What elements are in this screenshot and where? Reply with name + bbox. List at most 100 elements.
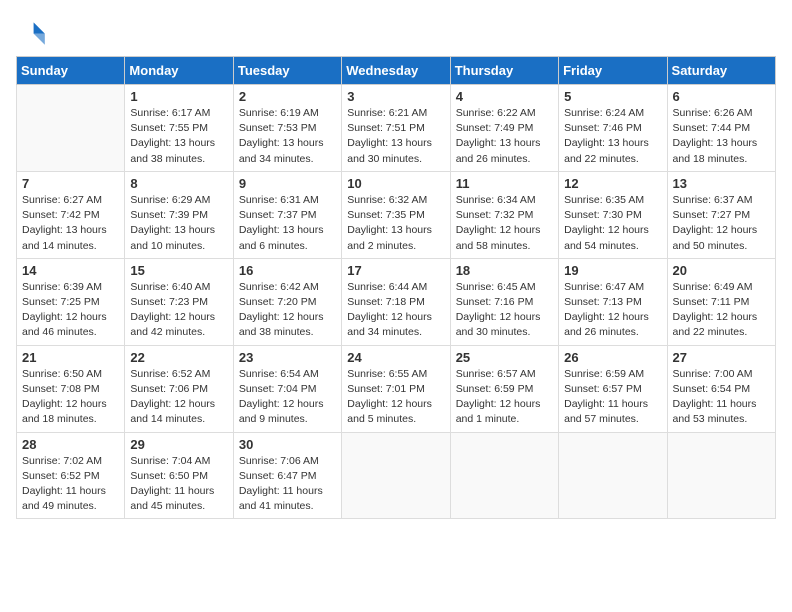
daylight-text: Daylight: 11 hours and 49 minutes. bbox=[22, 484, 119, 514]
sunset-text: Sunset: 7:08 PM bbox=[22, 382, 119, 397]
page-header bbox=[16, 16, 776, 48]
day-info: Sunrise: 6:34 AM Sunset: 7:32 PM Dayligh… bbox=[456, 193, 553, 254]
day-info: Sunrise: 6:27 AM Sunset: 7:42 PM Dayligh… bbox=[22, 193, 119, 254]
daylight-text: Daylight: 13 hours and 2 minutes. bbox=[347, 223, 444, 253]
day-number: 11 bbox=[456, 176, 553, 191]
sunset-text: Sunset: 7:04 PM bbox=[239, 382, 336, 397]
calendar-week-row: 28 Sunrise: 7:02 AM Sunset: 6:52 PM Dayl… bbox=[17, 432, 776, 519]
calendar-cell: 26 Sunrise: 6:59 AM Sunset: 6:57 PM Dayl… bbox=[559, 345, 667, 432]
day-number: 8 bbox=[130, 176, 227, 191]
daylight-text: Daylight: 12 hours and 42 minutes. bbox=[130, 310, 227, 340]
calendar-header-row: SundayMondayTuesdayWednesdayThursdayFrid… bbox=[17, 57, 776, 85]
sunset-text: Sunset: 7:46 PM bbox=[564, 121, 661, 136]
sunset-text: Sunset: 7:35 PM bbox=[347, 208, 444, 223]
sunrise-text: Sunrise: 6:27 AM bbox=[22, 193, 119, 208]
daylight-text: Daylight: 13 hours and 26 minutes. bbox=[456, 136, 553, 166]
daylight-text: Daylight: 12 hours and 14 minutes. bbox=[130, 397, 227, 427]
calendar-cell: 7 Sunrise: 6:27 AM Sunset: 7:42 PM Dayli… bbox=[17, 171, 125, 258]
calendar-cell: 19 Sunrise: 6:47 AM Sunset: 7:13 PM Dayl… bbox=[559, 258, 667, 345]
daylight-text: Daylight: 11 hours and 57 minutes. bbox=[564, 397, 661, 427]
day-number: 27 bbox=[673, 350, 770, 365]
day-info: Sunrise: 6:35 AM Sunset: 7:30 PM Dayligh… bbox=[564, 193, 661, 254]
sunrise-text: Sunrise: 6:24 AM bbox=[564, 106, 661, 121]
day-number: 26 bbox=[564, 350, 661, 365]
calendar-cell bbox=[667, 432, 775, 519]
day-number: 19 bbox=[564, 263, 661, 278]
calendar-cell: 5 Sunrise: 6:24 AM Sunset: 7:46 PM Dayli… bbox=[559, 85, 667, 172]
sunrise-text: Sunrise: 7:04 AM bbox=[130, 454, 227, 469]
calendar-week-row: 21 Sunrise: 6:50 AM Sunset: 7:08 PM Dayl… bbox=[17, 345, 776, 432]
day-number: 25 bbox=[456, 350, 553, 365]
column-header-friday: Friday bbox=[559, 57, 667, 85]
day-info: Sunrise: 6:39 AM Sunset: 7:25 PM Dayligh… bbox=[22, 280, 119, 341]
calendar-week-row: 1 Sunrise: 6:17 AM Sunset: 7:55 PM Dayli… bbox=[17, 85, 776, 172]
calendar-cell: 24 Sunrise: 6:55 AM Sunset: 7:01 PM Dayl… bbox=[342, 345, 450, 432]
column-header-saturday: Saturday bbox=[667, 57, 775, 85]
daylight-text: Daylight: 12 hours and 5 minutes. bbox=[347, 397, 444, 427]
day-info: Sunrise: 6:52 AM Sunset: 7:06 PM Dayligh… bbox=[130, 367, 227, 428]
day-info: Sunrise: 6:22 AM Sunset: 7:49 PM Dayligh… bbox=[456, 106, 553, 167]
day-number: 24 bbox=[347, 350, 444, 365]
daylight-text: Daylight: 12 hours and 46 minutes. bbox=[22, 310, 119, 340]
calendar-cell bbox=[559, 432, 667, 519]
sunrise-text: Sunrise: 6:55 AM bbox=[347, 367, 444, 382]
day-info: Sunrise: 6:19 AM Sunset: 7:53 PM Dayligh… bbox=[239, 106, 336, 167]
daylight-text: Daylight: 11 hours and 41 minutes. bbox=[239, 484, 336, 514]
day-number: 30 bbox=[239, 437, 336, 452]
sunrise-text: Sunrise: 6:49 AM bbox=[673, 280, 770, 295]
sunset-text: Sunset: 7:25 PM bbox=[22, 295, 119, 310]
day-info: Sunrise: 6:26 AM Sunset: 7:44 PM Dayligh… bbox=[673, 106, 770, 167]
sunset-text: Sunset: 7:44 PM bbox=[673, 121, 770, 136]
sunrise-text: Sunrise: 6:44 AM bbox=[347, 280, 444, 295]
day-number: 29 bbox=[130, 437, 227, 452]
day-info: Sunrise: 6:31 AM Sunset: 7:37 PM Dayligh… bbox=[239, 193, 336, 254]
sunrise-text: Sunrise: 6:26 AM bbox=[673, 106, 770, 121]
sunset-text: Sunset: 7:32 PM bbox=[456, 208, 553, 223]
day-number: 9 bbox=[239, 176, 336, 191]
sunset-text: Sunset: 7:55 PM bbox=[130, 121, 227, 136]
sunset-text: Sunset: 6:59 PM bbox=[456, 382, 553, 397]
daylight-text: Daylight: 12 hours and 38 minutes. bbox=[239, 310, 336, 340]
calendar-cell bbox=[450, 432, 558, 519]
day-info: Sunrise: 6:55 AM Sunset: 7:01 PM Dayligh… bbox=[347, 367, 444, 428]
calendar-cell: 28 Sunrise: 7:02 AM Sunset: 6:52 PM Dayl… bbox=[17, 432, 125, 519]
daylight-text: Daylight: 12 hours and 50 minutes. bbox=[673, 223, 770, 253]
day-number: 23 bbox=[239, 350, 336, 365]
calendar-cell: 13 Sunrise: 6:37 AM Sunset: 7:27 PM Dayl… bbox=[667, 171, 775, 258]
day-info: Sunrise: 6:40 AM Sunset: 7:23 PM Dayligh… bbox=[130, 280, 227, 341]
day-info: Sunrise: 7:00 AM Sunset: 6:54 PM Dayligh… bbox=[673, 367, 770, 428]
sunrise-text: Sunrise: 6:19 AM bbox=[239, 106, 336, 121]
day-info: Sunrise: 6:44 AM Sunset: 7:18 PM Dayligh… bbox=[347, 280, 444, 341]
sunset-text: Sunset: 7:06 PM bbox=[130, 382, 227, 397]
calendar-cell: 17 Sunrise: 6:44 AM Sunset: 7:18 PM Dayl… bbox=[342, 258, 450, 345]
day-number: 21 bbox=[22, 350, 119, 365]
calendar-cell: 8 Sunrise: 6:29 AM Sunset: 7:39 PM Dayli… bbox=[125, 171, 233, 258]
day-info: Sunrise: 6:54 AM Sunset: 7:04 PM Dayligh… bbox=[239, 367, 336, 428]
calendar-cell: 11 Sunrise: 6:34 AM Sunset: 7:32 PM Dayl… bbox=[450, 171, 558, 258]
sunset-text: Sunset: 7:13 PM bbox=[564, 295, 661, 310]
column-header-tuesday: Tuesday bbox=[233, 57, 341, 85]
day-number: 14 bbox=[22, 263, 119, 278]
sunset-text: Sunset: 7:49 PM bbox=[456, 121, 553, 136]
sunrise-text: Sunrise: 6:37 AM bbox=[673, 193, 770, 208]
day-info: Sunrise: 6:24 AM Sunset: 7:46 PM Dayligh… bbox=[564, 106, 661, 167]
day-number: 20 bbox=[673, 263, 770, 278]
calendar-table: SundayMondayTuesdayWednesdayThursdayFrid… bbox=[16, 56, 776, 519]
sunset-text: Sunset: 7:42 PM bbox=[22, 208, 119, 223]
day-info: Sunrise: 6:32 AM Sunset: 7:35 PM Dayligh… bbox=[347, 193, 444, 254]
sunset-text: Sunset: 7:18 PM bbox=[347, 295, 444, 310]
day-number: 7 bbox=[22, 176, 119, 191]
sunrise-text: Sunrise: 6:57 AM bbox=[456, 367, 553, 382]
day-number: 16 bbox=[239, 263, 336, 278]
sunrise-text: Sunrise: 6:32 AM bbox=[347, 193, 444, 208]
sunset-text: Sunset: 6:47 PM bbox=[239, 469, 336, 484]
sunrise-text: Sunrise: 6:47 AM bbox=[564, 280, 661, 295]
calendar-cell: 27 Sunrise: 7:00 AM Sunset: 6:54 PM Dayl… bbox=[667, 345, 775, 432]
sunrise-text: Sunrise: 7:02 AM bbox=[22, 454, 119, 469]
sunrise-text: Sunrise: 6:35 AM bbox=[564, 193, 661, 208]
day-number: 17 bbox=[347, 263, 444, 278]
day-number: 3 bbox=[347, 89, 444, 104]
daylight-text: Daylight: 13 hours and 38 minutes. bbox=[130, 136, 227, 166]
sunrise-text: Sunrise: 6:40 AM bbox=[130, 280, 227, 295]
logo bbox=[16, 16, 52, 48]
